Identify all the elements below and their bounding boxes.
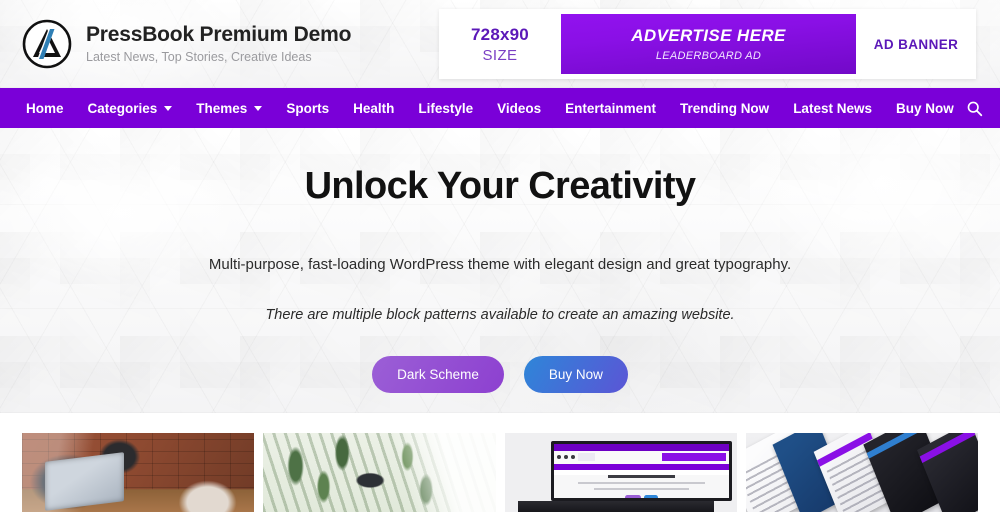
gallery-card-laptop-desk[interactable] <box>22 433 255 512</box>
laptop-showing-pressbook-homepage-image <box>504 433 737 512</box>
nav-item-entertainment[interactable]: Entertainment <box>553 88 668 128</box>
nav-item-health[interactable]: Health <box>341 88 406 128</box>
angled-website-mockup-screens-image <box>745 433 978 512</box>
chevron-down-icon[interactable] <box>164 106 173 111</box>
mini-dot <box>556 455 561 460</box>
pressbook-logo-icon <box>22 19 72 69</box>
ad-size-dimensions: 728x90 <box>471 24 529 44</box>
dark-scheme-button[interactable]: Dark Scheme <box>372 355 504 393</box>
mini-dot <box>563 455 568 460</box>
ad-headline: ADVERTISE HERE <box>631 26 786 45</box>
nav-item-buy-now[interactable]: Buy Now <box>884 88 966 128</box>
nav-item-label: Latest News <box>793 100 872 116</box>
mini-ad-creative <box>661 453 727 462</box>
ad-size-block: 728x90 SIZE <box>439 9 561 79</box>
nav-item-label: Health <box>353 100 395 116</box>
mini-dark-scheme-button <box>625 494 642 498</box>
nav-item-label: Themes <box>196 100 248 116</box>
mini-buy-now-button <box>644 494 659 498</box>
mini-hero-line <box>578 481 705 484</box>
hero-actions: Dark Scheme Buy Now <box>372 355 628 393</box>
nav-item-latest-news[interactable]: Latest News <box>781 88 884 128</box>
site-header: PressBook Premium Demo Latest News, Top … <box>0 0 1000 88</box>
site-title: PressBook Premium Demo <box>86 23 352 47</box>
mini-header <box>553 450 730 464</box>
image-gallery-strip <box>0 433 1000 512</box>
mini-hero-title <box>608 474 675 478</box>
chevron-down-icon[interactable] <box>254 106 263 111</box>
nav-item-label: Videos <box>497 100 542 116</box>
laptop-base <box>518 500 714 512</box>
gallery-card-laptop-homepage[interactable] <box>504 433 737 512</box>
site-tagline: Latest News, Top Stories, Creative Ideas <box>86 49 312 64</box>
nav-item-categories[interactable]: Categories <box>76 88 185 128</box>
laptop-on-wooden-desk-brick-wall-image <box>22 433 255 512</box>
mini-dot <box>570 455 575 460</box>
mini-nav <box>553 463 730 470</box>
ad-creative[interactable]: ADVERTISE HERE LEADERBOARD AD <box>561 14 856 74</box>
ad-banner-label: AD BANNER <box>873 36 959 52</box>
hero-lead-text: Multi-purpose, fast-loading WordPress th… <box>208 255 792 273</box>
mini-topbar <box>553 443 730 451</box>
laptop-screen <box>550 440 733 501</box>
ad-size-label: SIZE <box>482 46 518 64</box>
nav-item-sports[interactable]: Sports <box>274 88 341 128</box>
nav-item-label: Lifestyle <box>418 100 474 116</box>
nav-item-label: Categories <box>87 100 158 116</box>
nav-item-label: Sports <box>286 100 330 116</box>
nav-item-label: Trending Now <box>679 100 770 116</box>
nav-item-list: Home Categories Themes Sports Health Lif… <box>26 88 966 128</box>
nav-item-label: Buy Now <box>895 100 954 116</box>
buy-now-button[interactable]: Buy Now <box>523 355 628 393</box>
leaderboard-ad-banner[interactable]: 728x90 SIZE ADVERTISE HERE LEADERBOARD A… <box>439 9 976 79</box>
nav-item-lifestyle[interactable]: Lifestyle <box>406 88 485 128</box>
nav-item-videos[interactable]: Videos <box>485 88 553 128</box>
ad-right-block: AD BANNER <box>856 9 976 79</box>
nav-item-home[interactable]: Home <box>26 88 76 128</box>
nav-item-label: Entertainment <box>565 100 656 116</box>
ad-subline: LEADERBOARD AD <box>655 50 762 62</box>
main-navigation: Home Categories Themes Sports Health Lif… <box>0 88 1000 128</box>
gallery-card-website-mockups[interactable] <box>745 433 978 512</box>
mini-hero <box>553 474 730 498</box>
brand[interactable]: PressBook Premium Demo Latest News, Top … <box>22 19 351 69</box>
mini-hero-buttons <box>554 494 729 498</box>
nav-item-label: Home <box>26 100 64 116</box>
page-title: Unlock Your Creativity <box>304 165 696 207</box>
gallery-card-leaf-wallpaper[interactable] <box>263 433 496 512</box>
search-icon[interactable] <box>966 95 983 121</box>
nav-item-trending-now[interactable]: Trending Now <box>668 88 781 128</box>
nav-item-themes[interactable]: Themes <box>184 88 274 128</box>
mini-hero-line <box>594 487 689 490</box>
hero-note-text: There are multiple block patterns availa… <box>265 306 735 323</box>
hero-section: Unlock Your Creativity Multi-purpose, fa… <box>0 128 1000 413</box>
mini-ad-size <box>577 453 595 462</box>
tropical-leaf-wallpaper-living-room-image <box>263 433 496 512</box>
